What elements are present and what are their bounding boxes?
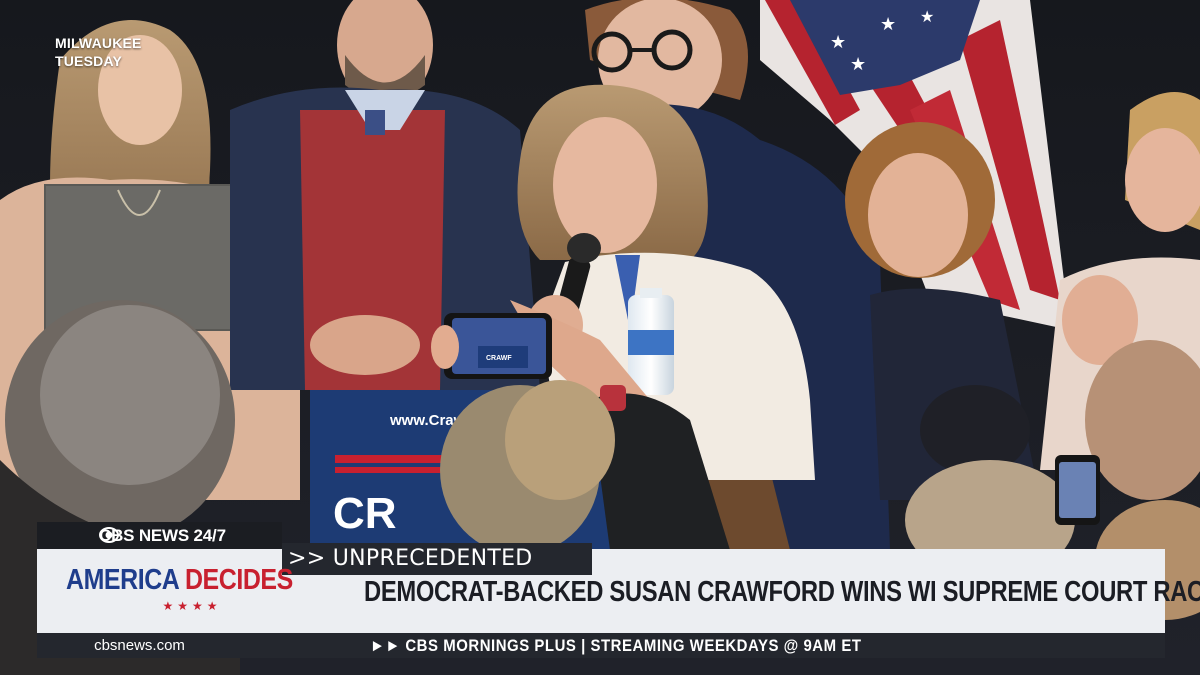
location-caption: MILWAUKEE TUESDAY <box>55 34 142 70</box>
america-decides-title: AMERICA DECIDES <box>66 564 293 597</box>
brand-word-america: AMERICA <box>66 564 179 596</box>
cbs-eye-icon <box>99 527 119 543</box>
network-bar: CBS NEWS 24/7 <box>37 522 282 549</box>
brand-word-decides: DECIDES <box>184 564 293 596</box>
phone-screen-text: CRAWF <box>486 355 512 362</box>
ticker-text: ►► CBS MORNINGS PLUS | STREAMING WEEKDAY… <box>370 636 862 655</box>
svg-text:★: ★ <box>920 7 934 26</box>
location-day: TUESDAY <box>55 53 123 69</box>
chyron-headline: DEMOCRAT-BACKED SUSAN CRAWFORD WINS WI S… <box>364 576 1200 608</box>
ticker-site: cbsnews.com <box>94 637 185 654</box>
svg-text:★: ★ <box>830 32 846 53</box>
brand-stars: ★★★★ <box>162 599 222 613</box>
sign-name-text: CR <box>333 489 397 538</box>
location-city: MILWAUKEE <box>55 35 142 51</box>
svg-text:★: ★ <box>880 14 896 35</box>
svg-text:★: ★ <box>850 54 866 75</box>
